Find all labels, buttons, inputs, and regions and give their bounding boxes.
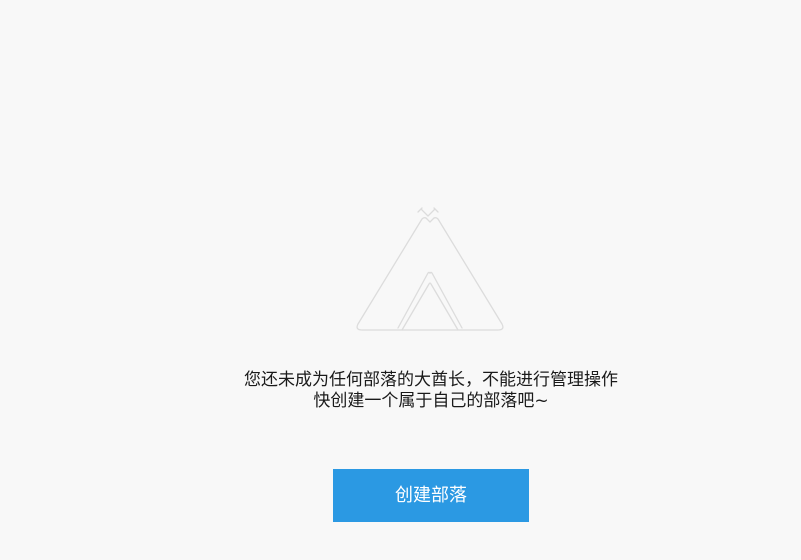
empty-message-line2: 快创建一个属于自己的部落吧~ [313,391,549,411]
empty-message-line1: 您还未成为任何部落的大酋长，不能进行管理操作 [244,370,618,390]
empty-state-panel: 您还未成为任何部落的大酋长，不能进行管理操作 快创建一个属于自己的部落吧~ 创建… [0,0,801,560]
empty-message: 您还未成为任何部落的大酋长，不能进行管理操作 快创建一个属于自己的部落吧~ [0,370,801,412]
tent-icon [356,207,504,331]
create-tribe-button[interactable]: 创建部落 [333,469,529,522]
